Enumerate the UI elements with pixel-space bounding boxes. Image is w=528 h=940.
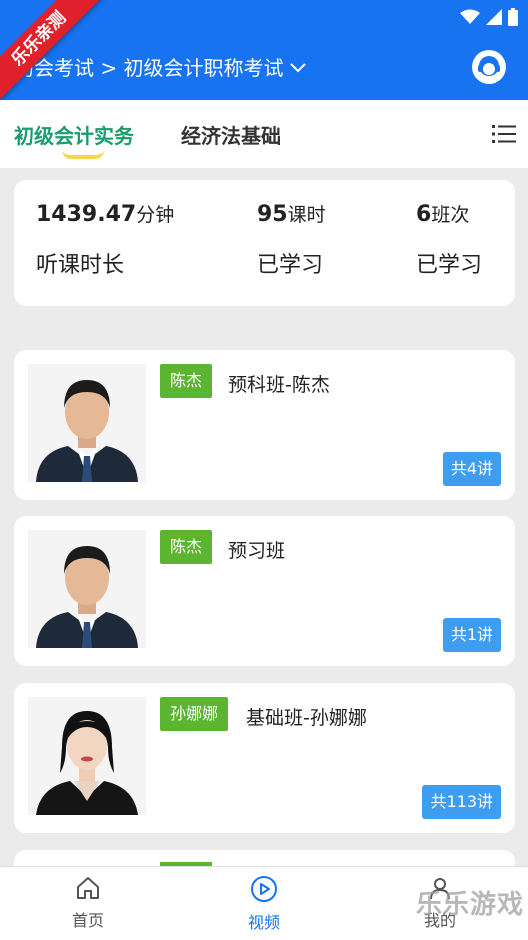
- nav-home[interactable]: 首页: [48, 875, 128, 931]
- teacher-photo: [28, 364, 146, 482]
- stat-unit: 分钟: [136, 204, 175, 226]
- teacher-tag: 孙娜娜: [160, 697, 229, 731]
- play-circle-icon: [251, 876, 277, 902]
- active-tab-indicator: [62, 150, 104, 159]
- chevron-down-icon: [290, 62, 307, 72]
- teacher-photo: [28, 530, 146, 648]
- breadcrumb: 初会考试 > 初级会计职称考试: [14, 56, 284, 80]
- course-title: 预习班: [228, 540, 286, 562]
- stat-classes: 6班次 已学习: [416, 200, 482, 279]
- status-bar: [460, 6, 518, 28]
- subject-tabs: 初级会计实务 经济法基础: [0, 100, 528, 168]
- course-card[interactable]: 孙娜娜 基础班-孙娜娜 共113讲: [14, 683, 515, 833]
- battery-icon: [508, 8, 518, 26]
- signal-icon: [486, 9, 502, 25]
- stat-label: 听课时长: [36, 253, 125, 278]
- user-avatar-button[interactable]: [472, 50, 506, 84]
- customer-service-icon: [478, 56, 500, 76]
- course-card[interactable]: 陈杰 预习班 共1讲: [14, 516, 515, 666]
- stat-label: 已学习: [416, 253, 483, 278]
- lecture-count-badge: 共1讲: [442, 618, 501, 652]
- teacher-photo: [28, 697, 146, 815]
- stat-unit: 班次: [431, 204, 470, 226]
- nav-video[interactable]: 视频: [224, 875, 304, 933]
- stat-value: 95: [257, 202, 288, 227]
- stat-unit: 课时: [287, 204, 326, 226]
- lecture-count-badge: 共113讲: [422, 785, 501, 819]
- course-title: 基础班-孙娜娜: [246, 707, 367, 729]
- teacher-tag: 陈杰: [160, 364, 213, 398]
- stat-value: 1439.47: [36, 202, 137, 227]
- teacher-tag: 陈杰: [160, 530, 213, 564]
- lecture-count-badge: 共4讲: [442, 452, 501, 486]
- tab-accounting-practice[interactable]: 初级会计实务: [14, 120, 134, 149]
- stat-label: 已学习: [257, 253, 324, 278]
- watermark: 乐乐游戏: [416, 890, 525, 920]
- nav-label: 首页: [71, 911, 104, 930]
- course-title: 预科班-陈杰: [228, 374, 330, 396]
- stat-value: 6: [416, 202, 432, 227]
- home-icon: [77, 877, 99, 899]
- nav-label: 视频: [247, 913, 280, 932]
- tab-economic-law[interactable]: 经济法基础: [181, 120, 281, 149]
- wifi-icon: [460, 9, 480, 24]
- list-menu-icon[interactable]: [492, 124, 516, 144]
- exam-selector[interactable]: 初会考试 > 初级会计职称考试: [14, 52, 307, 81]
- stat-lessons: 95课时 已学习: [257, 200, 326, 279]
- study-stats-card: 1439.47分钟 听课时长 95课时 已学习 6班次 已学习: [14, 180, 515, 306]
- course-card[interactable]: 陈杰 预科班-陈杰 共4讲: [14, 350, 515, 500]
- stat-listening-time: 1439.47分钟 听课时长: [36, 200, 174, 279]
